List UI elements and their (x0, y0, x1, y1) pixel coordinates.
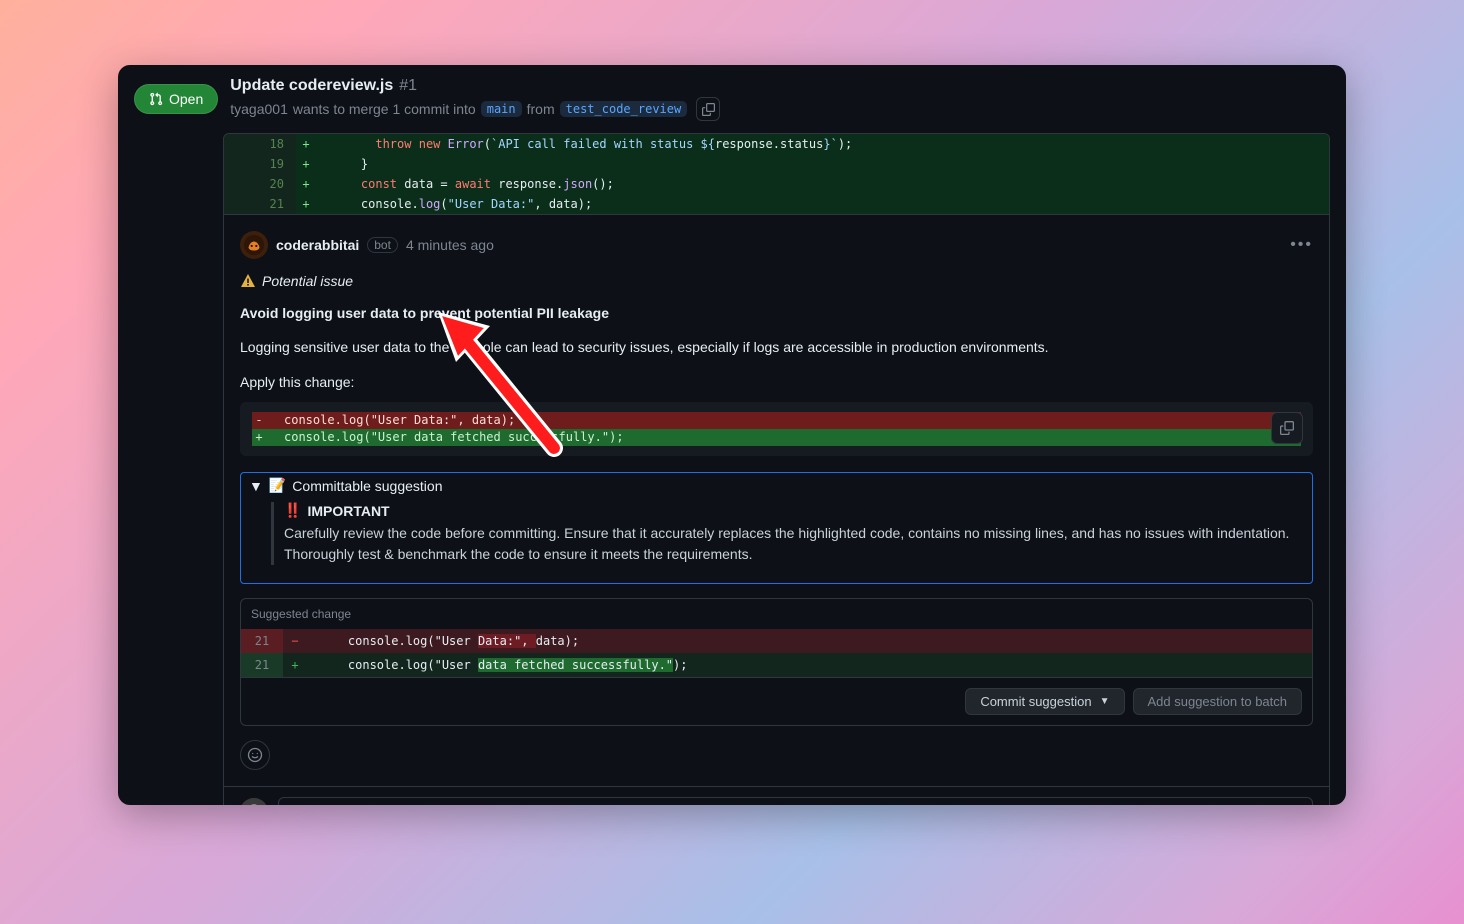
reply-row (224, 786, 1329, 805)
status-badge-label: Open (169, 91, 203, 107)
diff-suggestion-block: -console.log("User Data:", data); +conso… (240, 402, 1313, 456)
suggested-del-line: 21 − console.log("User Data:", data); (241, 629, 1312, 653)
comment-timestamp: 4 minutes ago (406, 237, 494, 253)
emoji-reaction-button[interactable] (240, 740, 270, 770)
comment-menu-icon[interactable]: ••• (1290, 236, 1313, 254)
chevron-down-icon: ▼ (1100, 696, 1110, 707)
diff-line: 20+ const data = await response.json(); (224, 174, 1329, 194)
disclosure-triangle-icon: ▼ (249, 478, 263, 494)
bot-avatar[interactable] (240, 231, 268, 259)
pr-number: #1 (399, 77, 417, 95)
compare-branch[interactable]: test_code_review (560, 101, 688, 117)
important-label: IMPORTANT (307, 503, 389, 519)
copy-suggestion-icon[interactable] (1271, 412, 1303, 444)
issue-type-label: Potential issue (262, 273, 353, 289)
suggested-add-line: 21 + console.log("User data fetched succ… (241, 653, 1312, 677)
double-exclaim-icon: ‼️ (284, 502, 301, 519)
pr-header: Open Update codereview.js #1 tyaga001 wa… (118, 65, 1346, 133)
reply-input[interactable] (278, 797, 1313, 805)
github-pr-window: Open Update codereview.js #1 tyaga001 wa… (118, 65, 1346, 805)
copy-branch-icon[interactable] (696, 97, 720, 121)
git-pull-request-icon (149, 92, 163, 106)
suggest-del-line: console.log("User Data:", data); (266, 412, 1301, 429)
suggested-change-header: Suggested change (241, 599, 1312, 629)
pr-meta: tyaga001 wants to merge 1 commit into ma… (230, 97, 720, 121)
important-text: Carefully review the code before committ… (284, 523, 1300, 565)
apply-change-label: Apply this change: (240, 374, 1313, 390)
diff-panel: 18+ throw new Error(`API call failed wit… (223, 133, 1330, 215)
add-to-batch-button[interactable]: Add suggestion to batch (1133, 688, 1303, 715)
warning-icon (240, 273, 256, 289)
pr-title: Update codereview.js (230, 77, 393, 95)
pr-author[interactable]: tyaga001 (230, 101, 288, 117)
commit-suggestion-button[interactable]: Commit suggestion ▼ (965, 688, 1124, 715)
comment-title: Avoid logging user data to prevent poten… (240, 305, 1313, 321)
user-avatar[interactable] (240, 798, 268, 805)
commenter-name[interactable]: coderabbitai (276, 237, 359, 253)
status-badge-open: Open (134, 84, 218, 114)
diff-line: 19+ } (224, 154, 1329, 174)
bot-tag: bot (367, 237, 398, 253)
diff-line: 18+ throw new Error(`API call failed wit… (224, 134, 1329, 154)
review-comment-panel: coderabbitai bot 4 minutes ago ••• Poten… (223, 215, 1330, 805)
committable-suggestion-box: ▼ 📝 Committable suggestion ‼️ IMPORTANT … (240, 472, 1313, 584)
diff-line: 21+ console.log("User Data:", data); (224, 194, 1329, 214)
suggest-add-line: console.log("User data fetched successfu… (266, 429, 1301, 446)
memo-icon: 📝 (269, 477, 286, 494)
comment-body: Logging sensitive user data to the conso… (240, 337, 1313, 358)
base-branch[interactable]: main (481, 101, 522, 117)
committable-toggle[interactable]: ▼ 📝 Committable suggestion (241, 473, 1312, 498)
suggested-change-box: Suggested change 21 − console.log("User … (240, 598, 1313, 726)
